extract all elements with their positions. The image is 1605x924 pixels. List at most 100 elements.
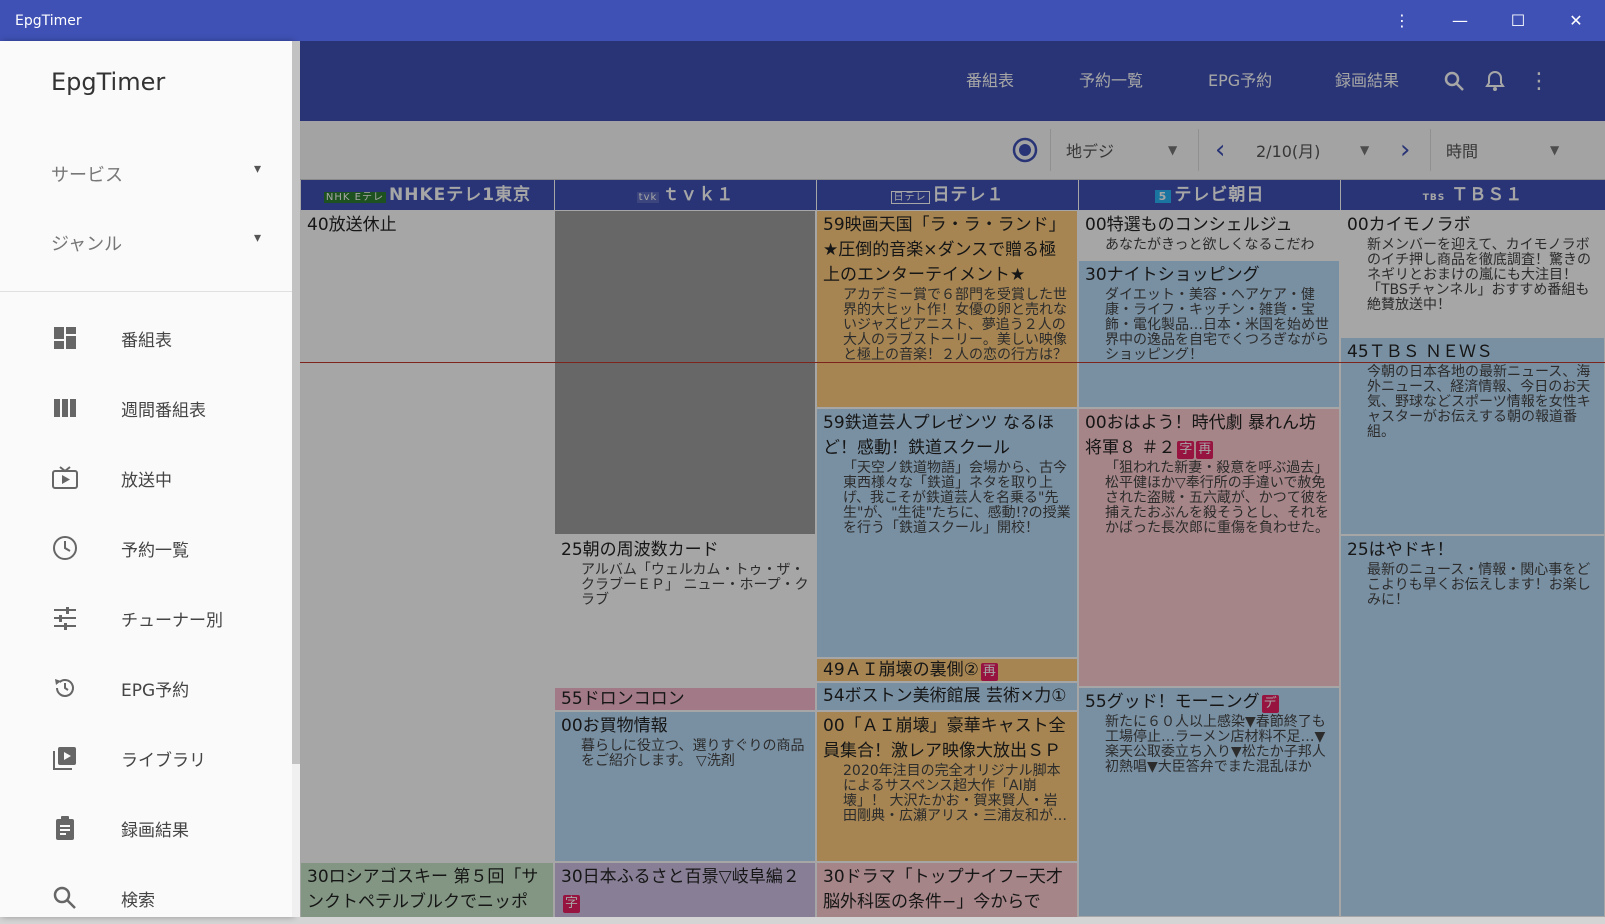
program-title: 00お買物情報 [561,716,668,736]
prev-day-icon[interactable]: ‹ [1215,121,1225,179]
program-desc: ダイエット・美容・ヘアケア・健康・ライフ・キッチン・雑貨・宝飾・電化製品…日本・… [1105,287,1329,363]
program-cell[interactable]: 00カイモノラボ 新メンバーを迎えて、カイモノラボのイチ押し商品を徹底調査！驚き… [1340,210,1605,337]
drawer-scrollbar[interactable] [292,41,300,917]
program-cell[interactable]: 40放送休止 [300,210,554,862]
program-cell[interactable]: 55グッド！モーニングデ 新たに６０人以上感染▼春節終了も工場停止…ラーメン店材… [1078,687,1340,917]
nav-reservations[interactable]: 予約一覧 [1079,41,1143,121]
channel-header[interactable]: tvk ｔｖｋ１ [554,180,816,210]
program-cell[interactable]: 49ＡＩ崩壊の裏側② 再 [816,658,1078,682]
program-title: 25朝の周波数カード [561,540,719,560]
filter-genre[interactable]: ジャンル ▾ [51,230,261,260]
program-cell[interactable]: 55ドロンコロン [554,687,816,711]
program-cell[interactable]: 59鉄道芸人プレゼンツ なるほど！感動！鉄道スクール 「天空ノ鉄道物語」会場から… [816,408,1078,658]
sort-select[interactable]: 時間 [1446,121,1478,179]
program-cell[interactable]: 00お買物情報 暮らしに役立つ、選りすぐりの商品をご紹介します。 ▽洗剤 [554,711,816,862]
drawer-item-label: 予約一覧 [121,541,189,561]
drawer-item-library[interactable]: ライブラリ [0,732,292,784]
program-cell[interactable]: 54ボストン美術館展 芸術×力① [816,682,1078,711]
history-icon [52,675,78,701]
channel-header[interactable]: TBS ＴＢＳ１ [1340,180,1605,210]
more-vert-icon[interactable]: ⋮ [1373,0,1431,41]
drawer-item-epg-reserve[interactable]: EPG予約 [0,662,292,714]
nav-epg-reserve[interactable]: EPG予約 [1208,41,1272,121]
chevron-down-icon[interactable]: ▼ [1168,121,1177,179]
program-title: 55ドロンコロン [561,689,685,709]
program-title: 30日本ふるさと百景▽岐阜編２ 字 [561,865,809,915]
drawer-title: EpgTimer [51,68,166,96]
drawer-item-weekly[interactable]: 週間番組表 [0,382,292,434]
program-cell[interactable]: 00特選ものコンシェルジュ あなたがきっと欲しくなるこだわ [1078,210,1340,260]
program-title: 30ロシアゴスキー 第５回「サンクトペテルブルクでニッポ [307,867,539,912]
rerun-badge: 再 [1196,441,1214,459]
drawer-item-results[interactable]: 録画結果 [0,802,292,854]
maximize-button[interactable]: ☐ [1489,0,1547,41]
program-desc: 最新のニュース・情報・関心事をどこよりも早くお伝えします！お楽しみに！ [1367,562,1591,608]
channel-name: ＴＢＳ１ [1451,185,1524,205]
chevron-down-icon[interactable]: ▼ [1550,121,1559,179]
search-icon[interactable] [1442,41,1466,121]
drawer-item-label: 番組表 [121,331,172,351]
channel-header[interactable]: NHK Eテレ NHKEテレ1東京 [300,180,554,210]
channel-name: NHKEテレ1東京 [388,185,532,205]
subtitle-badge: 字 [1177,441,1195,459]
program-cell[interactable]: 30ドラマ「トップナイフ−天才脳外科医の条件−」今からで [816,862,1078,917]
channel-logo: tvk [636,192,660,203]
rerun-badge: 再 [980,663,998,681]
program-desc: 「天空ノ鉄道物語」会場から、古今東西様々な「鉄道」ネタを取り上げ、我こそが鉄道芸… [843,460,1071,536]
date-select[interactable]: 2/10(月) [1256,121,1320,179]
next-day-icon[interactable]: › [1400,121,1410,179]
drawer-item-label: 放送中 [121,471,172,491]
program-cell[interactable]: 45ＴＢＳ ＮＥＷＳ 今朝の日本各地の最新ニュース、海外ニュース、経済情報、今日… [1340,337,1605,535]
program-cell[interactable]: 25朝の周波数カード アルバム「ウェルカム・トゥ・ザ・クラブーＥＰ」 ニュー・ホ… [554,535,816,687]
drawer-item-onair[interactable]: 放送中 [0,452,292,504]
source-select[interactable]: 地デジ [1066,121,1114,179]
bell-icon[interactable] [1483,41,1507,121]
nav-results[interactable]: 録画結果 [1335,41,1399,121]
program-desc: 新たに６０人以上感染▼春節終了も工場停止…ラーメン店材料不足…▼楽天公取委立ち入… [1105,714,1326,775]
program-cell[interactable]: 59映画天国「ラ・ラ・ランド」★圧倒的音楽×ダンスで贈る極上のエンターテイメント… [816,210,1078,408]
program-cell[interactable]: 30日本ふるさと百景▽岐阜編２ 字 [554,862,816,917]
drawer-item-label: 週間番組表 [121,401,206,421]
channel-name: ｔｖｋ１ [662,185,735,205]
program-desc: アルバム「ウェルカム・トゥ・ザ・クラブーＥＰ」 ニュー・ホープ・クラブ [581,562,809,608]
program-cell[interactable]: 30ナイトショッピング ダイエット・美容・ヘアケア・健康・ライフ・キッチン・雑貨… [1078,260,1340,408]
chevron-down-icon[interactable]: ▼ [1360,121,1369,179]
program-title-text: 55グッド！モーニング [1085,692,1260,712]
program-desc: 新メンバーを迎えて、カイモノラボのイチ押し商品を徹底調査！驚きのネギリとおまけの… [1367,237,1591,313]
filter-service[interactable]: サービス ▾ [51,161,261,191]
scrollbar-thumb[interactable] [292,41,300,764]
program-title: 00おはよう！時代劇 暴れん坊将軍８ ＃２ 字再 [1085,411,1333,461]
drawer-item-reservations[interactable]: 予約一覧 [0,522,292,574]
program-title: 54ボストン美術館展 芸術×力① [823,686,1067,706]
drawer-item-label: 検索 [121,891,155,911]
program-desc: あなたがきっと欲しくなるこだわ [1105,237,1315,253]
program-cell[interactable]: 30ロシアゴスキー 第５回「サンクトペテルブルクでニッポ [300,862,554,917]
program-desc: 2020年注目の完全オリジナル脚本によるサスペンス超大作「AI崩壊」！ 大沢たか… [843,763,1067,824]
program-title: 49ＡＩ崩壊の裏側② 再 [823,661,1071,681]
channel-logo: 5 [1154,190,1172,203]
program-cell-empty [554,210,816,535]
close-button[interactable]: ✕ [1547,0,1605,41]
minimize-button[interactable]: — [1431,0,1489,41]
program-title: 59映画天国「ラ・ラ・ランド」★圧倒的音楽×ダンスで贈る極上のエンターテイメント… [823,215,1066,285]
nav-epg[interactable]: 番組表 [966,41,1014,121]
drawer-item-search[interactable]: 検索 [0,872,292,924]
program-cell[interactable]: 00おはよう！時代劇 暴れん坊将軍８ ＃２ 字再 「狙われた新妻・殺意を呼ぶ過去」… [1078,408,1340,687]
channel-name: 日テレ１ [932,185,1005,205]
window-titlebar: EpgTimer ⋮ — ☐ ✕ [0,0,1605,41]
program-title: 00カイモノラボ [1347,215,1471,235]
channel-header[interactable]: 日テレ 日テレ１ [816,180,1078,210]
video-library-icon [52,745,78,771]
drawer-item-label: チューナー別 [121,611,223,631]
more-vert-icon[interactable]: ⋮ [1528,41,1550,121]
drawer-item-epg[interactable]: 番組表 [0,312,292,364]
channel-logo: TBS [1422,193,1446,203]
chevron-down-icon: ▾ [253,161,261,177]
program-title: 00特選ものコンシェルジュ [1085,215,1293,235]
now-icon[interactable] [1012,121,1038,179]
drawer-item-tuner[interactable]: チューナー別 [0,592,292,644]
program-cell[interactable]: 25はやドキ！ 最新のニュース・情報・関心事をどこよりも早くお伝えします！お楽し… [1340,535,1605,917]
search-icon [52,885,78,911]
program-cell[interactable]: 00「ＡＩ崩壊」豪華キャスト全員集合！激レア映像大放出ＳＰ 2020年注目の完全… [816,711,1078,862]
channel-header[interactable]: 5 テレビ朝日 [1078,180,1340,210]
